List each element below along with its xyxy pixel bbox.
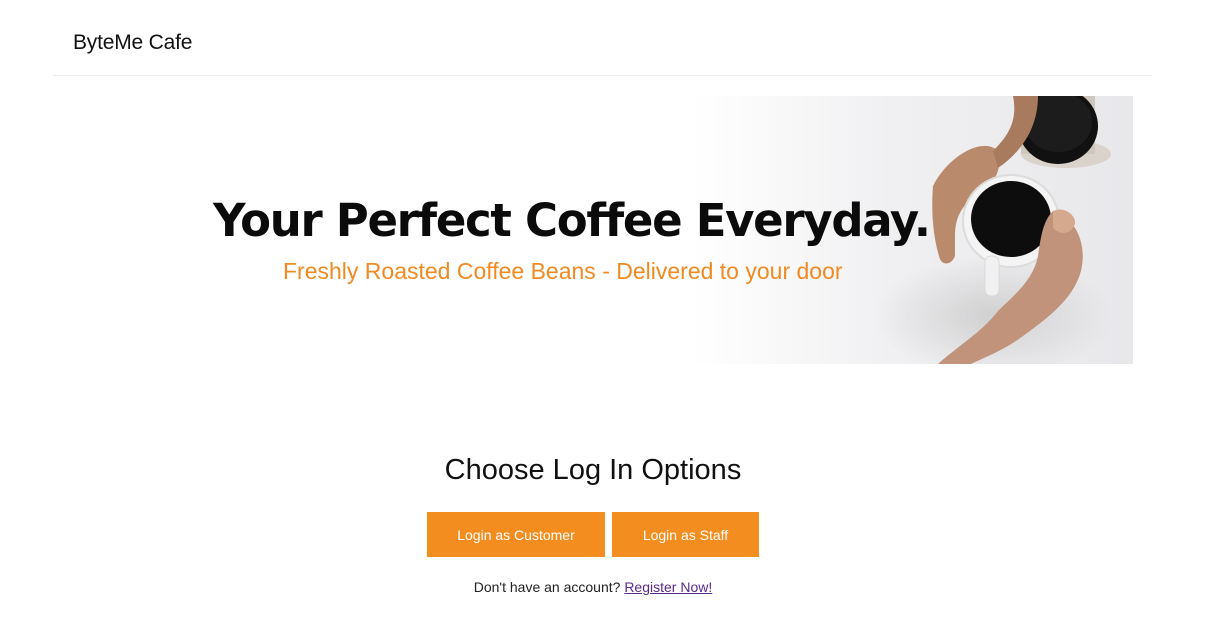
register-prompt-text: Don't have an account? — [473, 579, 621, 595]
hero-title: Your Perfect Coffee Everyday. — [213, 194, 931, 247]
login-button-group: Login as Customer Login as Staff — [427, 512, 759, 557]
hero-subtitle: Freshly Roasted Coffee Beans - Delivered… — [283, 258, 843, 284]
login-staff-button[interactable]: Login as Staff — [612, 512, 759, 557]
navbar: ByteMe Cafe — [53, 0, 1152, 76]
register-prompt-line: Don't have an account? Register Now! — [0, 579, 1186, 595]
login-customer-button[interactable]: Login as Customer — [427, 512, 605, 557]
register-now-link[interactable]: Register Now! — [624, 579, 712, 595]
login-options-title: Choose Log In Options — [444, 454, 742, 486]
hero-banner: Your Perfect Coffee Everyday. Freshly Ro… — [88, 96, 1133, 364]
brand-logo-link[interactable]: ByteMe Cafe — [73, 31, 192, 55]
